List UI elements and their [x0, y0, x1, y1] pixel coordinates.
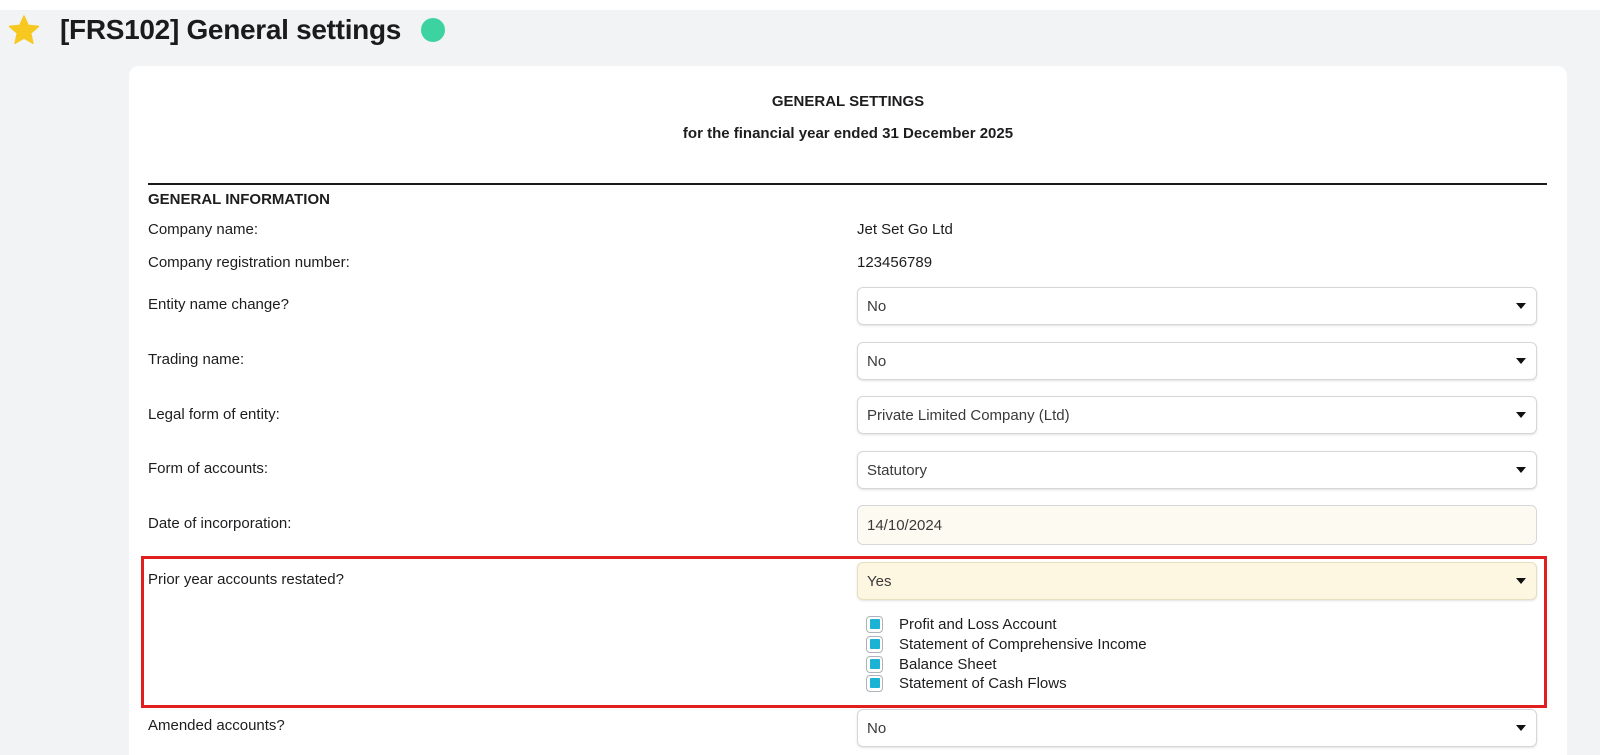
top-strip [0, 0, 1600, 10]
chevron-down-icon [1516, 358, 1526, 364]
restated-balance-sheet-checkbox[interactable]: Balance Sheet [866, 654, 997, 674]
status-indicator [421, 18, 446, 42]
trading-name-select[interactable]: No [857, 342, 1537, 380]
restated-cash-flows-checkbox[interactable]: Statement of Cash Flows [866, 673, 1067, 693]
registration-number-label: Company registration number: [148, 254, 350, 271]
page-header: [FRS102] General settings [8, 12, 446, 48]
checkbox[interactable] [866, 674, 883, 692]
entity-name-change-label: Entity name change? [148, 296, 289, 313]
prior-year-restated-selected: Yes [867, 572, 892, 590]
chevron-down-icon [1516, 412, 1526, 418]
amended-accounts-selected: No [867, 719, 887, 737]
card-title: GENERAL SETTINGS [771, 93, 925, 110]
company-name-value: Jet Set Go Ltd [857, 221, 953, 238]
legal-form-select[interactable]: Private Limited Company (Ltd) [857, 396, 1537, 434]
amended-accounts-label: Amended accounts? [148, 717, 285, 734]
form-of-accounts-selected: Statutory [867, 461, 928, 479]
checkbox-label: Profit and Loss Account [899, 615, 1057, 633]
prior-year-restated-select[interactable]: Yes [857, 562, 1537, 600]
star-icon[interactable] [8, 14, 40, 46]
prior-year-restated-label: Prior year accounts restated? [148, 571, 344, 588]
checkbox[interactable] [866, 655, 883, 673]
chevron-down-icon [1516, 578, 1526, 584]
entity-name-change-selected: No [867, 297, 887, 315]
chevron-down-icon [1516, 303, 1526, 309]
trading-name-selected: No [867, 352, 887, 370]
chevron-down-icon [1516, 725, 1526, 731]
checkbox[interactable] [866, 635, 883, 653]
section-divider [148, 183, 1547, 185]
date-incorporation-value: 14/10/2024 [867, 516, 943, 534]
form-of-accounts-label: Form of accounts: [148, 460, 269, 477]
checkbox-label: Balance Sheet [899, 655, 997, 673]
card-subtitle: for the financial year ended 31 December… [682, 125, 1014, 142]
chevron-down-icon [1516, 467, 1526, 473]
settings-card: GENERAL SETTINGS for the financial year … [129, 66, 1567, 755]
date-incorporation-input[interactable]: 14/10/2024 [857, 505, 1537, 545]
company-name-label: Company name: [148, 221, 259, 238]
legal-form-selected: Private Limited Company (Ltd) [867, 406, 1070, 424]
section-heading-general-information: GENERAL INFORMATION [148, 191, 330, 208]
form-of-accounts-select[interactable]: Statutory [857, 451, 1537, 489]
restated-profit-and-loss-checkbox[interactable]: Profit and Loss Account [866, 614, 1057, 634]
trading-name-label: Trading name: [148, 351, 245, 368]
checkbox-label: Statement of Comprehensive Income [899, 635, 1147, 653]
page-title: [FRS102] General settings [60, 14, 402, 45]
restated-comprehensive-income-checkbox[interactable]: Statement of Comprehensive Income [866, 634, 1147, 654]
legal-form-label: Legal form of entity: [148, 406, 280, 423]
amended-accounts-select[interactable]: No [857, 709, 1537, 747]
checkbox[interactable] [866, 615, 883, 633]
registration-number-value: 123456789 [857, 254, 933, 271]
date-incorporation-label: Date of incorporation: [148, 515, 292, 532]
checkbox-label: Statement of Cash Flows [899, 674, 1067, 692]
entity-name-change-select[interactable]: No [857, 287, 1537, 325]
